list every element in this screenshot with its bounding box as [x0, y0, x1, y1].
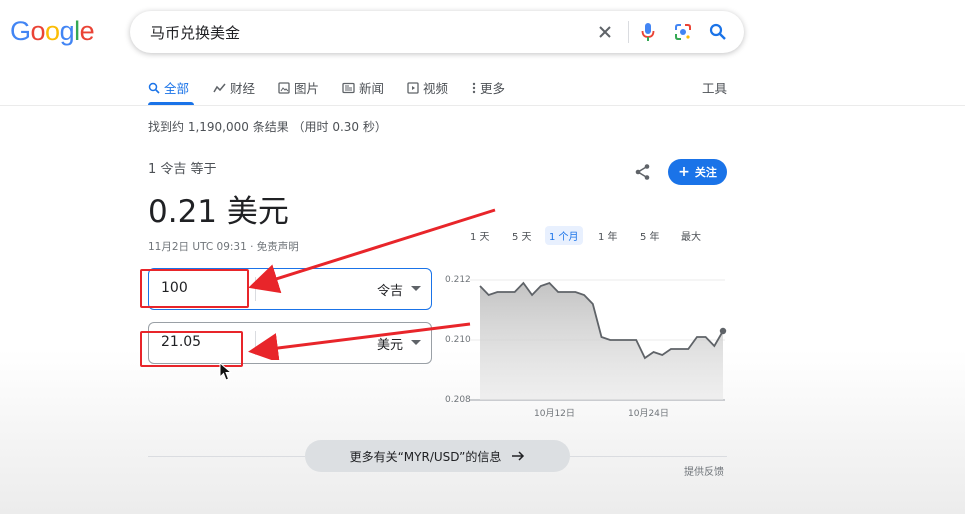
mouse-cursor-icon	[219, 362, 233, 381]
result-stats: 找到约 1,190,000 条结果 （用时 0.30 秒）	[148, 120, 387, 134]
range-5d[interactable]: 5 天	[512, 228, 532, 243]
x-tick-label: 10月12日	[534, 409, 575, 419]
y-tick-label: 0.208	[445, 395, 471, 405]
logo-letter: e	[79, 16, 95, 46]
tab-label: 更多	[480, 81, 506, 96]
clear-icon[interactable]	[594, 21, 616, 43]
header-divider	[0, 105, 965, 106]
equals-label: 1 令吉 等于	[148, 162, 217, 177]
range-1y[interactable]: 1 年	[598, 228, 618, 243]
logo-letter: g	[59, 16, 75, 46]
logo-letter: o	[30, 16, 46, 46]
finance-icon	[213, 83, 226, 92]
bottom-divider-right	[570, 456, 727, 457]
range-5y[interactable]: 5 年	[640, 228, 660, 243]
plus-icon: +	[678, 164, 690, 180]
more-info-button[interactable]: 更多有关“MYR/USD”的信息	[305, 440, 570, 472]
video-icon	[407, 81, 419, 94]
logo-letter: o	[45, 16, 60, 46]
more-dots-icon	[472, 82, 476, 93]
google-logo[interactable]: Google	[10, 16, 95, 47]
range-1m[interactable]: 1 个月	[545, 226, 583, 245]
last-point	[719, 327, 727, 335]
range-max[interactable]: 最大	[681, 228, 701, 243]
follow-label: 关注	[694, 166, 717, 179]
tools-button[interactable]: 工具	[702, 78, 727, 97]
tab-all[interactable]: 全部	[148, 78, 189, 97]
search-divider	[628, 21, 629, 43]
logo-letter: G	[10, 16, 31, 46]
search-input[interactable]: 马币兑换美金	[150, 22, 240, 43]
annotation-box-from	[140, 269, 249, 308]
search-icon	[148, 82, 160, 94]
follow-button[interactable]: + 关注	[668, 159, 727, 185]
tab-more[interactable]: 更多	[472, 78, 505, 97]
more-info-label: 更多有关“MYR/USD”的信息	[349, 449, 502, 464]
arrow-right-icon	[512, 451, 525, 461]
annotation-arrow-to	[248, 322, 471, 360]
lens-icon[interactable]	[672, 21, 694, 43]
news-icon	[342, 82, 355, 93]
tab-news[interactable]: 新闻	[342, 78, 384, 97]
tab-label: 全部	[164, 81, 190, 96]
share-icon[interactable]	[634, 163, 652, 185]
image-icon	[278, 81, 290, 94]
annotation-arrow-from	[248, 208, 496, 294]
x-tick-label: 10月24日	[628, 409, 669, 419]
annotation-arrows	[248, 208, 496, 360]
tab-videos[interactable]: 视频	[407, 78, 448, 97]
tools-label: 工具	[702, 81, 728, 96]
tab-label: 视频	[423, 81, 449, 96]
search-icon[interactable]	[707, 21, 729, 43]
tab-finance[interactable]: 财经	[213, 78, 255, 97]
tab-label: 图片	[294, 81, 320, 96]
search-box[interactable]: 马币兑换美金	[130, 11, 744, 53]
series-area	[480, 283, 723, 400]
bottom-divider-left	[148, 456, 305, 457]
feedback-link[interactable]: 提供反馈	[684, 463, 724, 478]
tab-images[interactable]: 图片	[278, 78, 319, 97]
microphone-icon[interactable]	[637, 21, 659, 43]
tab-label: 新闻	[359, 81, 385, 96]
tab-label: 财经	[230, 81, 256, 96]
